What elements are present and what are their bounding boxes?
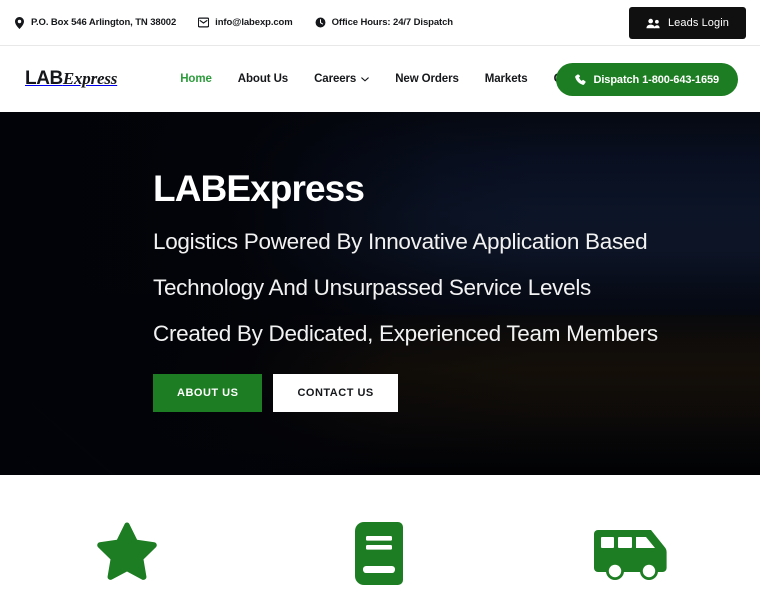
nav-item-careers-label: Careers [314,73,357,85]
van-icon [594,526,672,582]
nav-item-about-us[interactable]: About Us [238,73,288,85]
site-header: LAB Express Home About Us Careers New Or… [0,46,760,112]
hero-subtitle-line-2: Technology And Unsurpassed Service Level… [153,275,591,300]
topbar-email-text: info@labexp.com [215,17,293,28]
feature-item-van[interactable] [594,526,672,582]
topbar-address-text: P.O. Box 546 Arlington, TN 38002 [31,17,177,28]
logo-secondary-text: Express [62,69,118,88]
map-pin-icon [14,16,25,29]
dispatch-label: Dispatch 1-800-643-1659 [593,73,720,86]
nav-item-markets[interactable]: Markets [485,73,528,85]
envelope-icon [198,17,210,28]
nav-item-new-orders[interactable]: New Orders [395,73,459,85]
topbar-email[interactable]: info@labexp.com [198,17,293,28]
chevron-down-icon [361,73,369,85]
dispatch-phone-button[interactable]: Dispatch 1-800-643-1659 [555,63,738,96]
features-section [0,475,760,600]
topbar-contact-list: P.O. Box 546 Arlington, TN 38002 info@la… [14,16,453,29]
hero-content: LABExpress Logistics Powered By Innovati… [0,112,760,412]
hero-about-us-button[interactable]: ABOUT US [153,374,263,412]
top-utility-bar: P.O. Box 546 Arlington, TN 38002 info@la… [0,0,760,46]
nav-item-new-orders-label: New Orders [395,73,459,85]
hero-subtitle-line-1: Logistics Powered By Innovative Applicat… [153,229,648,254]
users-icon [646,18,660,29]
topbar-office-hours-text: Office Hours: 24/7 Dispatch [331,17,453,28]
logo-primary-text: LAB [25,68,63,89]
nav-item-markets-label: Markets [484,73,528,85]
phone-icon [574,74,586,85]
feature-item-book[interactable] [354,522,405,585]
nav-item-home-label: Home [180,73,212,85]
topbar-address: P.O. Box 546 Arlington, TN 38002 [14,16,177,29]
hero-cta-group: ABOUT US CONTACT US [153,374,760,412]
book-icon [354,522,405,585]
nav-item-about-us-label: About Us [237,73,289,85]
topbar-office-hours: Office Hours: 24/7 Dispatch [315,17,453,28]
nav-item-home[interactable]: Home [180,73,212,85]
feature-item-star[interactable] [93,521,161,586]
hero-title: LABExpress [153,168,365,209]
hero-subtitle-line-3: Created By Dedicated, Experienced Team M… [153,321,658,346]
nav-item-careers[interactable]: Careers [314,73,369,85]
site-logo[interactable]: LAB Express [25,68,117,90]
main-navigation: Home About Us Careers New Orders Markets… [180,73,613,85]
leads-login-button[interactable]: Leads Login [628,7,746,39]
star-icon [93,521,161,586]
leads-login-label: Leads Login [667,17,729,29]
clock-icon [315,17,326,28]
hero-subtitle: Logistics Powered By Innovative Applicat… [153,229,760,347]
hero-contact-us-button[interactable]: CONTACT US [273,374,398,412]
hero-section: LABExpress Logistics Powered By Innovati… [0,112,760,475]
